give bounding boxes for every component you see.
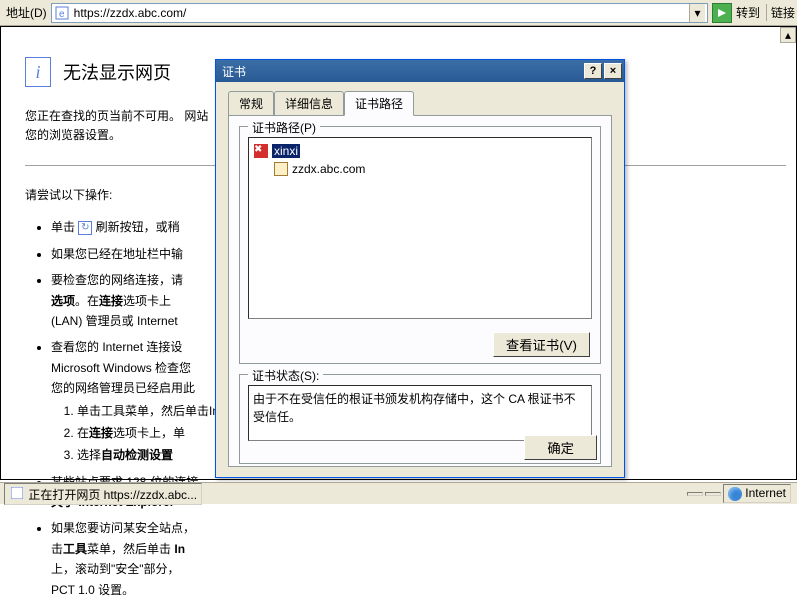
page-title: 无法显示网页 xyxy=(63,59,171,85)
go-label: 转到 xyxy=(736,4,760,21)
dialog-titlebar[interactable]: 证书 ? × xyxy=(216,60,624,82)
view-cert-button[interactable]: 查看证书(V) xyxy=(493,332,590,357)
dialog-title: 证书 xyxy=(222,63,246,80)
tree-root-row[interactable]: ✖ xinxi xyxy=(253,142,587,160)
page-icon xyxy=(9,485,25,501)
page-icon: e xyxy=(54,5,70,21)
tab-general[interactable]: 常规 xyxy=(228,91,274,116)
links-label[interactable]: 链接 xyxy=(766,4,795,21)
certificate-dialog: 证书 ? × 常规 详细信息 证书路径 证书路径(P) ✖ xinxi zzdx… xyxy=(215,59,625,478)
fieldset-cert-path: 证书路径(P) ✖ xinxi zzdx.abc.com 查看证书(V) xyxy=(239,126,601,364)
fieldset-path-legend: 证书路径(P) xyxy=(248,119,320,136)
url-dropdown[interactable]: ▾ xyxy=(689,4,705,22)
cert-ok-icon xyxy=(273,161,289,177)
globe-icon xyxy=(728,487,742,501)
tab-cert-path[interactable]: 证书路径 xyxy=(344,91,414,116)
cert-tree[interactable]: ✖ xinxi zzdx.abc.com xyxy=(248,137,592,319)
status-loading: 正在打开网页 https://zzdx.abc... xyxy=(4,483,202,505)
info-icon: i xyxy=(25,57,51,87)
address-label: 地址(D) xyxy=(2,4,51,21)
url-text: https://zzdx.abc.com/ xyxy=(70,6,689,20)
address-bar: 地址(D) e https://zzdx.abc.com/ ▾ 转到 链接 xyxy=(0,0,797,26)
cert-error-icon: ✖ xyxy=(253,143,269,159)
status-zone: Internet xyxy=(723,484,791,503)
tree-root-label: xinxi xyxy=(272,144,300,158)
cert-status-text: 由于不在受信任的根证书颁发机构存储中，这个 CA 根证书不受信任。 xyxy=(248,385,592,441)
fieldset-status-legend: 证书状态(S): xyxy=(248,367,323,384)
ok-button[interactable]: 确定 xyxy=(524,435,597,460)
tab-details[interactable]: 详细信息 xyxy=(274,91,344,116)
tab-panel: 证书路径(P) ✖ xinxi zzdx.abc.com 查看证书(V) 证书状… xyxy=(228,115,612,467)
help-button[interactable]: ? xyxy=(584,63,602,79)
url-input[interactable]: e https://zzdx.abc.com/ ▾ xyxy=(51,3,708,23)
refresh-icon: ↻ xyxy=(78,221,92,235)
tree-child-label: zzdx.abc.com xyxy=(292,162,365,176)
tree-child-row[interactable]: zzdx.abc.com xyxy=(253,160,587,178)
go-button[interactable] xyxy=(712,3,732,23)
list-item: 如果您要访问某安全站点，击工具菜单，然后单击 In上，滚动到"安全"部分，PCT… xyxy=(51,518,786,600)
svg-text:e: e xyxy=(59,9,65,20)
scroll-up-button[interactable]: ▴ xyxy=(780,27,796,43)
status-bar: 正在打开网页 https://zzdx.abc... Internet xyxy=(0,482,797,504)
status-empty-2 xyxy=(705,492,721,496)
close-button[interactable]: × xyxy=(604,63,622,79)
status-empty-1 xyxy=(687,492,703,496)
